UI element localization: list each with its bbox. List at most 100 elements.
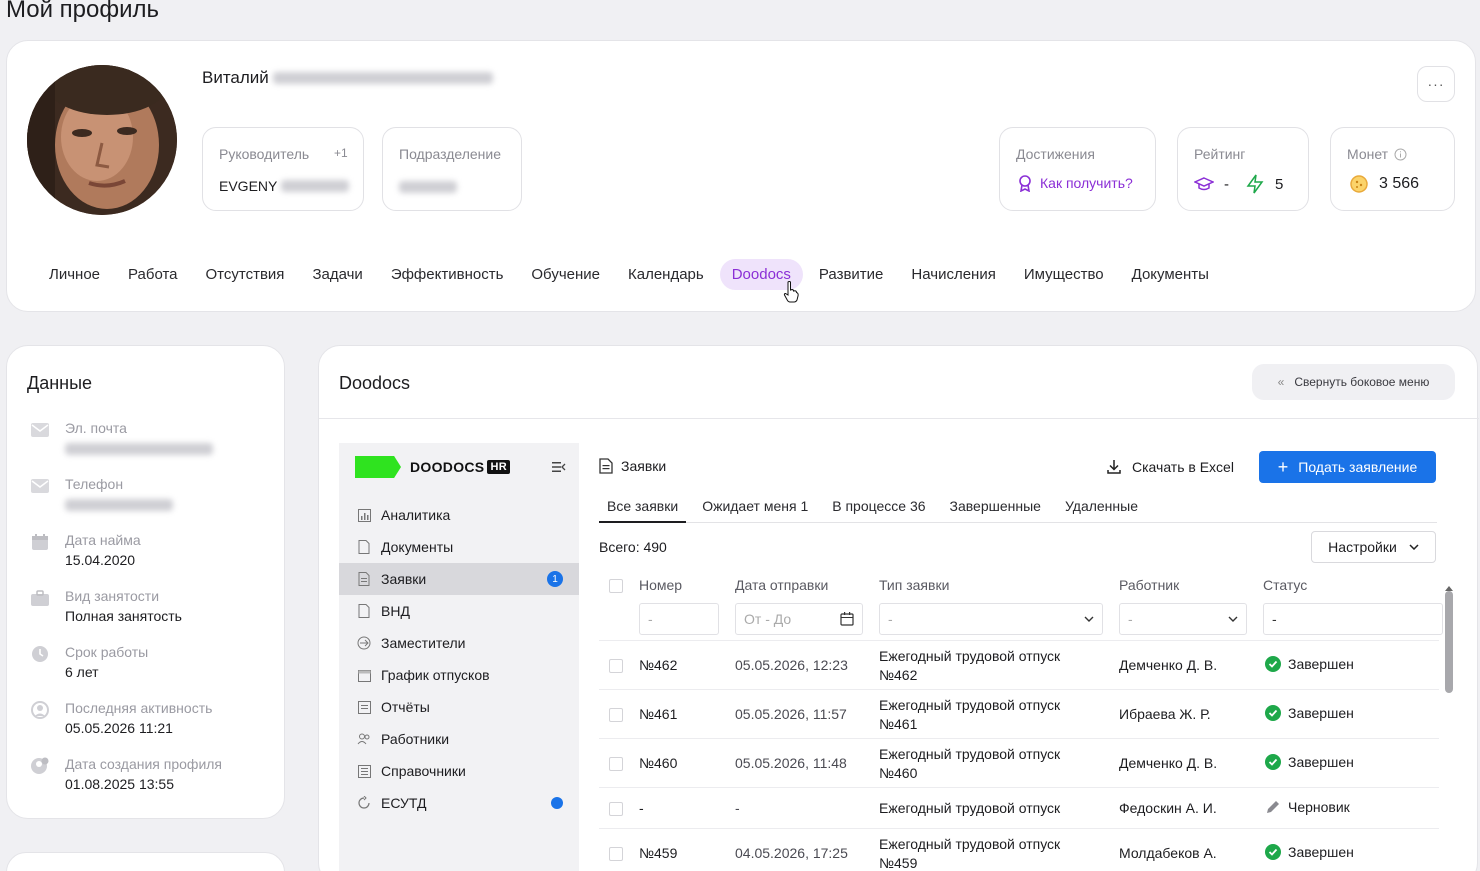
- avatar: [27, 65, 177, 215]
- manager-box[interactable]: Руководитель +1 EVGENY: [202, 127, 364, 211]
- row-checkbox[interactable]: [609, 708, 623, 722]
- column-worker[interactable]: Работник: [1119, 577, 1179, 593]
- doodocs-sidebar: DOODOCS HR Аналитика Документы Заявки 1 …: [339, 443, 579, 871]
- row-checkbox[interactable]: [609, 802, 623, 816]
- tab-property[interactable]: Имущество: [1012, 259, 1116, 290]
- sidebar-item-deputies[interactable]: Заместители: [339, 627, 579, 659]
- row-type-line1: Ежегодный трудовой отпуск: [879, 836, 1061, 852]
- tab-calendar[interactable]: Календарь: [616, 259, 716, 290]
- tab-in-progress[interactable]: В процессе 36: [824, 493, 933, 523]
- tab-learning[interactable]: Обучение: [519, 259, 612, 290]
- row-checkbox[interactable]: [609, 757, 623, 771]
- sidebar-item-vacation-schedule[interactable]: График отпусков: [339, 659, 579, 691]
- row-status-text: Завершен: [1288, 705, 1354, 721]
- worker-filter-select[interactable]: -: [1119, 603, 1247, 635]
- filter-row: - От - До - - -: [599, 599, 1443, 641]
- activity-icon: [29, 699, 51, 721]
- tab-all-requests[interactable]: Все заявки: [599, 493, 687, 523]
- tab-deleted[interactable]: Удаленные: [1057, 493, 1146, 523]
- tab-completed[interactable]: Завершенные: [942, 493, 1049, 523]
- info-icon[interactable]: [1394, 148, 1407, 161]
- mouse-cursor-icon: [783, 281, 799, 303]
- requests-title: Заявки: [599, 458, 666, 474]
- row-status-text: Черновик: [1288, 799, 1350, 815]
- how-to-get-link[interactable]: Как получить?: [1016, 174, 1133, 192]
- requests-doc-icon: [599, 458, 613, 474]
- row-checkbox[interactable]: [609, 847, 623, 861]
- column-number[interactable]: Номер: [639, 577, 682, 593]
- row-type-line1: Ежегодный трудовой отпуск: [879, 746, 1061, 762]
- download-excel-label: Скачать в Excel: [1132, 459, 1234, 475]
- table-row[interactable]: №462 05.05.2026, 12:23 Ежегодный трудово…: [599, 641, 1439, 690]
- number-filter-input[interactable]: -: [639, 603, 719, 635]
- rating-box: Рейтинг - 5: [1177, 127, 1309, 211]
- sidebar-item-documents[interactable]: Документы: [339, 531, 579, 563]
- calendar-picker-icon: [840, 612, 854, 626]
- divider: [319, 418, 1479, 419]
- download-excel-button[interactable]: Скачать в Excel: [1106, 451, 1234, 483]
- directories-icon: [357, 764, 371, 778]
- row-type: Ежегодный трудовой отпуск: [879, 800, 1061, 816]
- doodocs-panel: Doodocs « Свернуть боковое меню DOODOCS …: [318, 345, 1479, 871]
- tab-development[interactable]: Развитие: [807, 259, 896, 290]
- logo-text: DOODOCS: [410, 459, 485, 475]
- column-date[interactable]: Дата отправки: [735, 577, 828, 593]
- sidebar-item-analytics[interactable]: Аналитика: [339, 499, 579, 531]
- more-options-button[interactable]: ···: [1417, 66, 1455, 102]
- type-filter-select[interactable]: -: [879, 603, 1103, 635]
- column-status[interactable]: Статус: [1263, 577, 1307, 593]
- achievements-label: Достижения: [1016, 146, 1095, 162]
- sidebar-item-directories[interactable]: Справочники: [339, 755, 579, 787]
- table-row[interactable]: №459 04.05.2026, 17:25 Ежегодный трудово…: [599, 829, 1439, 871]
- check-circle-icon: [1265, 844, 1281, 860]
- scrollbar-thumb[interactable]: [1445, 591, 1453, 693]
- profile-created-row: Дата создания профиля 01.08.2025 13:55: [29, 755, 222, 795]
- tab-awaiting-me[interactable]: Ожидает меня 1: [694, 493, 816, 523]
- sidebar-item-label: Справочники: [381, 763, 466, 779]
- tab-personal[interactable]: Личное: [37, 259, 112, 290]
- sidebar-item-label: Аналитика: [381, 507, 451, 523]
- collapse-sidebar-button[interactable]: « Свернуть боковое меню: [1252, 364, 1455, 400]
- employees-icon: [357, 732, 371, 746]
- status-filter-select[interactable]: -: [1263, 603, 1443, 635]
- tab-work[interactable]: Работа: [116, 259, 190, 290]
- table-row[interactable]: №460 05.05.2026, 11:48 Ежегодный трудово…: [599, 739, 1439, 788]
- column-type[interactable]: Тип заявки: [879, 577, 949, 593]
- sidebar-item-label: Заместители: [381, 635, 466, 651]
- sidebar-item-label: Отчёты: [381, 699, 430, 715]
- achievements-box: Достижения Как получить?: [999, 127, 1156, 211]
- tab-efficiency[interactable]: Эффективность: [379, 259, 516, 290]
- table-row[interactable]: №461 05.05.2026, 11:57 Ежегодный трудово…: [599, 690, 1439, 739]
- tab-accruals[interactable]: Начисления: [899, 259, 1007, 290]
- tab-documents[interactable]: Документы: [1120, 259, 1221, 290]
- row-type: Ежегодный трудовой отпуск №461: [879, 696, 1060, 734]
- sidebar-item-esutd[interactable]: ЕСУТД: [339, 787, 579, 819]
- department-box[interactable]: Подразделение: [382, 127, 522, 211]
- manager-extra-count: +1: [334, 146, 348, 160]
- tab-tasks[interactable]: Задачи: [300, 259, 374, 290]
- check-circle-icon: [1265, 754, 1281, 770]
- row-date: 05.05.2026, 11:57: [735, 706, 847, 722]
- user-first-name: Виталий: [202, 68, 269, 87]
- row-status-text: Завершен: [1288, 656, 1354, 672]
- sidebar-item-requests[interactable]: Заявки 1: [339, 563, 579, 595]
- row-type-line1: Ежегодный трудовой отпуск: [879, 648, 1061, 664]
- table-row[interactable]: - - Ежегодный трудовой отпуск Федоскин А…: [599, 788, 1439, 829]
- row-type: Ежегодный трудовой отпуск №460: [879, 745, 1060, 783]
- date-filter-input[interactable]: От - До: [735, 603, 863, 635]
- settings-dropdown[interactable]: Настройки: [1311, 531, 1436, 563]
- email-label: Эл. почта: [65, 420, 127, 436]
- row-checkbox[interactable]: [609, 659, 623, 673]
- tenure-value: 6 лет: [65, 664, 99, 680]
- tab-absences[interactable]: Отсутствия: [194, 259, 297, 290]
- requests-count-badge: 1: [547, 571, 563, 587]
- sidebar-item-vnd[interactable]: ВНД: [339, 595, 579, 627]
- department-label: Подразделение: [399, 146, 502, 162]
- date-filter-placeholder: От - До: [744, 611, 792, 627]
- select-all-checkbox[interactable]: [609, 579, 623, 593]
- next-panel: [6, 852, 285, 871]
- sidebar-item-employees[interactable]: Работники: [339, 723, 579, 755]
- sidebar-toggle-icon[interactable]: [552, 461, 566, 476]
- submit-application-button[interactable]: + Подать заявление: [1259, 451, 1436, 483]
- sidebar-item-reports[interactable]: Отчёты: [339, 691, 579, 723]
